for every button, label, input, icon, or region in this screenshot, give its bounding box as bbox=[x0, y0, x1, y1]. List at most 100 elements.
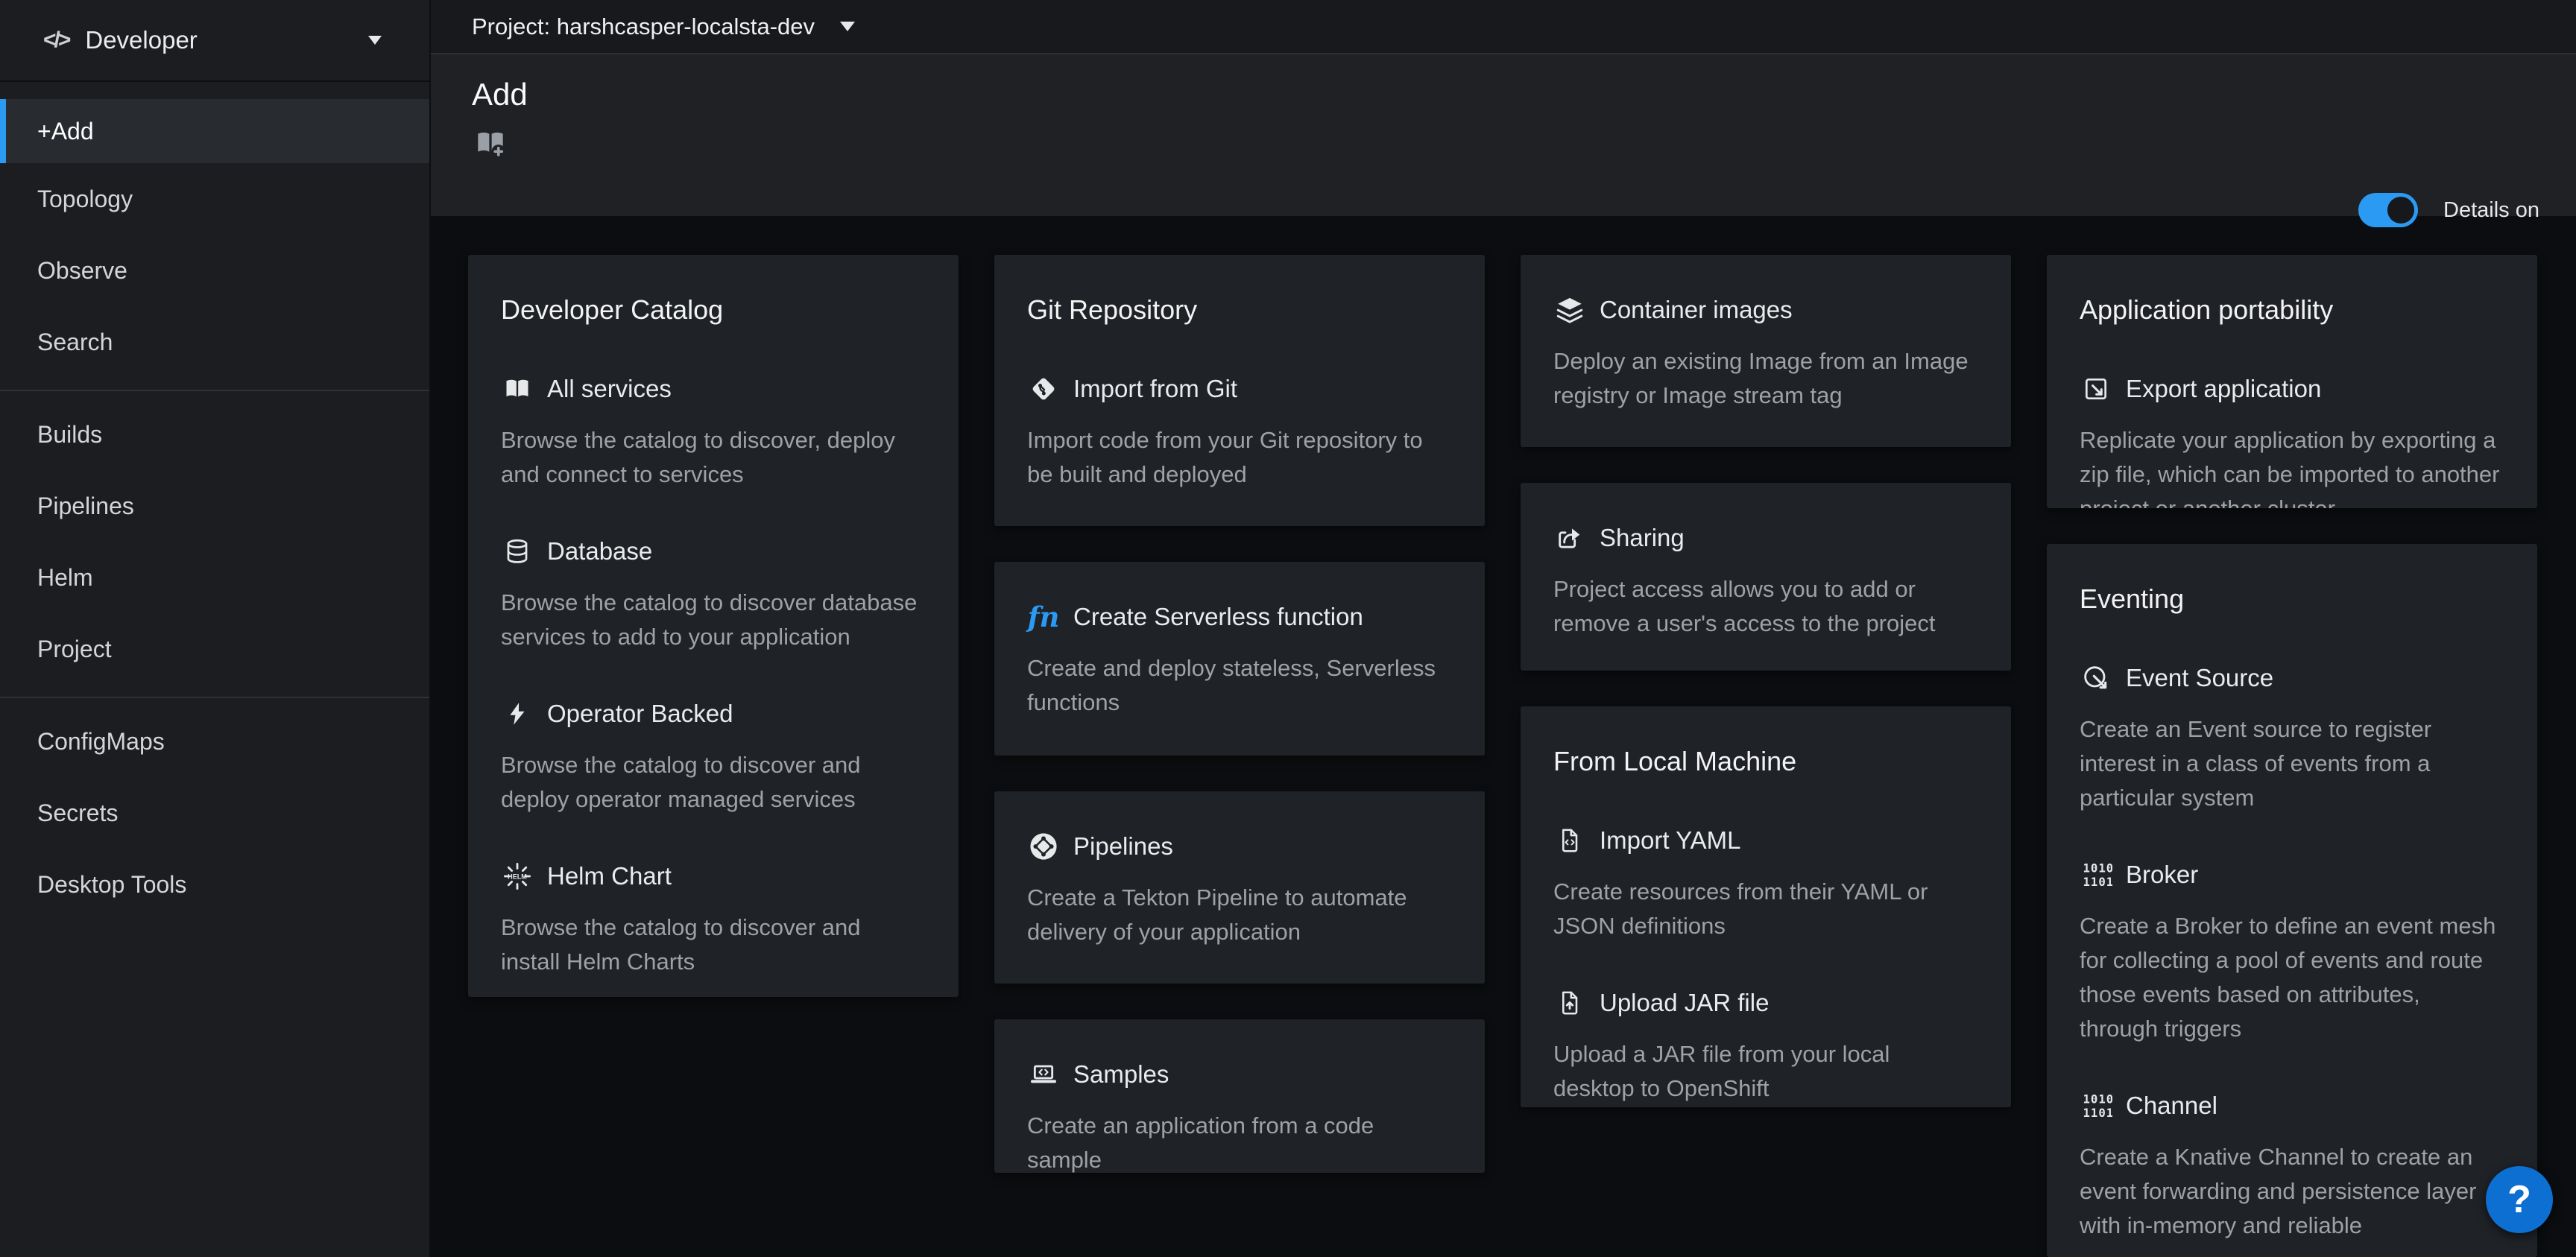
sidebar-item-project[interactable]: Project bbox=[0, 613, 429, 685]
samples-icon bbox=[1027, 1058, 1060, 1091]
item-pipelines[interactable]: Pipelines Create a Tekton Pipeline to au… bbox=[1027, 830, 1449, 949]
item-description: Create an Event source to register inter… bbox=[2080, 712, 2501, 815]
item-create-serverless-function[interactable]: fn Create Serverless function Create and… bbox=[1027, 601, 1449, 720]
project-selector[interactable]: Project: harshcasper-localsta-dev bbox=[472, 13, 855, 40]
card-sharing: Sharing Project access allows you to add… bbox=[1521, 483, 2011, 671]
item-description: Import code from your Git repository to … bbox=[1027, 423, 1449, 492]
sidebar-item-helm[interactable]: Helm bbox=[0, 542, 429, 613]
item-samples[interactable]: Samples Create an application from a cod… bbox=[1027, 1058, 1449, 1173]
card-title: Application portability bbox=[2080, 294, 2501, 326]
item-description: Browse the catalog to discover, deploy a… bbox=[501, 423, 923, 492]
bolt-icon bbox=[501, 697, 534, 730]
card-from-local-machine: From Local Machine Import YAML bbox=[1521, 706, 2011, 1107]
code-icon: </> bbox=[43, 28, 69, 53]
item-description: Create a Knative Channel to create an ev… bbox=[2080, 1140, 2501, 1243]
item-description: Create a Tekton Pipeline to automate del… bbox=[1027, 881, 1449, 949]
item-event-source[interactable]: Event Source Create an Event source to r… bbox=[2080, 662, 2501, 815]
card-serverless-function: fn Create Serverless function Create and… bbox=[994, 562, 1485, 756]
item-title: Create Serverless function bbox=[1073, 603, 1363, 631]
card-eventing: Eventing Event Source Create an Eve bbox=[2047, 544, 2537, 1257]
channel-icon: 1010 1101 bbox=[2080, 1089, 2112, 1122]
chevron-down-icon bbox=[840, 22, 855, 31]
book-plus-icon[interactable] bbox=[472, 126, 509, 160]
item-title: Event Source bbox=[2126, 664, 2273, 692]
question-mark-icon: ? bbox=[2507, 1177, 2531, 1222]
card-git-repository: Git Repository bbox=[994, 255, 1485, 526]
card-column: Git Repository bbox=[994, 255, 1485, 1257]
item-container-images[interactable]: Container images Deploy an existing Imag… bbox=[1553, 294, 1975, 413]
svg-text:1010: 1010 bbox=[2083, 861, 2113, 876]
sidebar-item-desktop-tools[interactable]: Desktop Tools bbox=[0, 849, 429, 920]
masthead: Project: harshcasper-localsta-dev bbox=[431, 0, 2576, 54]
card-title: Git Repository bbox=[1027, 294, 1449, 326]
item-title: Broker bbox=[2126, 861, 2198, 889]
details-toggle[interactable] bbox=[2358, 193, 2418, 227]
item-title: Pipelines bbox=[1073, 832, 1173, 861]
item-title: Channel bbox=[2126, 1092, 2217, 1120]
perspective-switcher[interactable]: </> Developer bbox=[0, 0, 429, 82]
item-title: All services bbox=[547, 375, 672, 403]
page-title: Add bbox=[472, 74, 2540, 115]
sidebar-item-observe[interactable]: Observe bbox=[0, 235, 429, 306]
item-operator-backed[interactable]: Operator Backed Browse the catalog to di… bbox=[501, 697, 923, 817]
item-import-yaml[interactable]: Import YAML Create resources from their … bbox=[1553, 824, 1975, 943]
item-description: Create a Broker to define an event mesh … bbox=[2080, 909, 2501, 1046]
item-upload-jar-file[interactable]: Upload JAR file Upload a JAR file from y… bbox=[1553, 987, 1975, 1106]
item-description: Project access allows you to add or remo… bbox=[1553, 572, 1975, 641]
broker-icon: 1010 1101 bbox=[2080, 858, 2112, 891]
toggle-knob bbox=[2387, 197, 2414, 224]
file-code-icon bbox=[1553, 824, 1586, 857]
card-column: Application portability Export applicati… bbox=[2047, 255, 2537, 1257]
item-title: Helm Chart bbox=[547, 862, 672, 890]
item-channel[interactable]: 1010 1101 Channel Create a Knative Chann… bbox=[2080, 1089, 2501, 1243]
sidebar-item-secrets[interactable]: Secrets bbox=[0, 777, 429, 849]
sidebar-item-builds[interactable]: Builds bbox=[0, 399, 429, 470]
item-database[interactable]: Database Browse the catalog to discover … bbox=[501, 535, 923, 654]
sidebar-divider bbox=[0, 390, 429, 391]
book-icon bbox=[501, 373, 534, 405]
item-title: Operator Backed bbox=[547, 700, 733, 728]
sidebar-item-add[interactable]: +Add bbox=[0, 99, 429, 163]
sidebar-item-pipelines[interactable]: Pipelines bbox=[0, 470, 429, 542]
item-description: Upload a JAR file from your local deskto… bbox=[1553, 1037, 1975, 1106]
item-title: Import YAML bbox=[1600, 826, 1741, 855]
pipelines-icon bbox=[1027, 830, 1060, 863]
sidebar-item-search[interactable]: Search bbox=[0, 306, 429, 378]
project-label: Project: harshcasper-localsta-dev bbox=[472, 13, 815, 40]
card-pipelines: Pipelines Create a Tekton Pipeline to au… bbox=[994, 791, 1485, 984]
event-source-icon bbox=[2080, 662, 2112, 694]
item-broker[interactable]: 1010 1101 Broker Create a Broker to defi… bbox=[2080, 858, 2501, 1046]
sidebar-item-topology[interactable]: Topology bbox=[0, 163, 429, 235]
sidebar-divider bbox=[0, 697, 429, 698]
item-description: Deploy an existing Image from an Image r… bbox=[1553, 344, 1975, 413]
fn-icon: fn bbox=[1027, 601, 1060, 633]
item-title: Sharing bbox=[1600, 524, 1685, 552]
main-region: Project: harshcasper-localsta-dev Add De… bbox=[431, 0, 2576, 1257]
card-developer-catalog: Developer Catalog All services Brow bbox=[468, 255, 959, 997]
svg-text:1101: 1101 bbox=[2083, 875, 2113, 889]
database-icon bbox=[501, 535, 534, 568]
item-title: Samples bbox=[1073, 1060, 1169, 1089]
item-description: Browse the catalog to discover and deplo… bbox=[501, 748, 923, 817]
file-upload-icon bbox=[1553, 987, 1586, 1019]
add-page-content: Developer Catalog All services Brow bbox=[431, 216, 2576, 1257]
help-button[interactable]: ? bbox=[2486, 1166, 2553, 1233]
sidebar-item-configmaps[interactable]: ConfigMaps bbox=[0, 706, 429, 777]
item-description: Create and deploy stateless, Serverless … bbox=[1027, 651, 1449, 720]
svg-text:1010: 1010 bbox=[2083, 1092, 2113, 1106]
item-export-application[interactable]: Export application Replicate your applic… bbox=[2080, 373, 2501, 508]
item-import-from-git[interactable]: Import from Git Import code from your Gi… bbox=[1027, 373, 1449, 492]
share-icon bbox=[1553, 522, 1586, 554]
item-description: Create resources from their YAML or JSON… bbox=[1553, 875, 1975, 943]
item-description: Browse the catalog to discover database … bbox=[501, 586, 923, 654]
item-helm-chart[interactable]: HELM Helm Chart Browse the catalog to di… bbox=[501, 860, 923, 979]
card-column: Developer Catalog All services Brow bbox=[468, 255, 959, 1257]
item-title: Upload JAR file bbox=[1600, 989, 1769, 1017]
item-all-services[interactable]: All services Browse the catalog to disco… bbox=[501, 373, 923, 492]
card-application-portability: Application portability Export applicati… bbox=[2047, 255, 2537, 508]
details-toggle-group: Details on bbox=[2358, 193, 2539, 227]
export-icon bbox=[2080, 373, 2112, 405]
item-sharing[interactable]: Sharing Project access allows you to add… bbox=[1553, 522, 1975, 641]
svg-text:HELM: HELM bbox=[508, 873, 527, 880]
item-description: Replicate your application by exporting … bbox=[2080, 423, 2501, 508]
